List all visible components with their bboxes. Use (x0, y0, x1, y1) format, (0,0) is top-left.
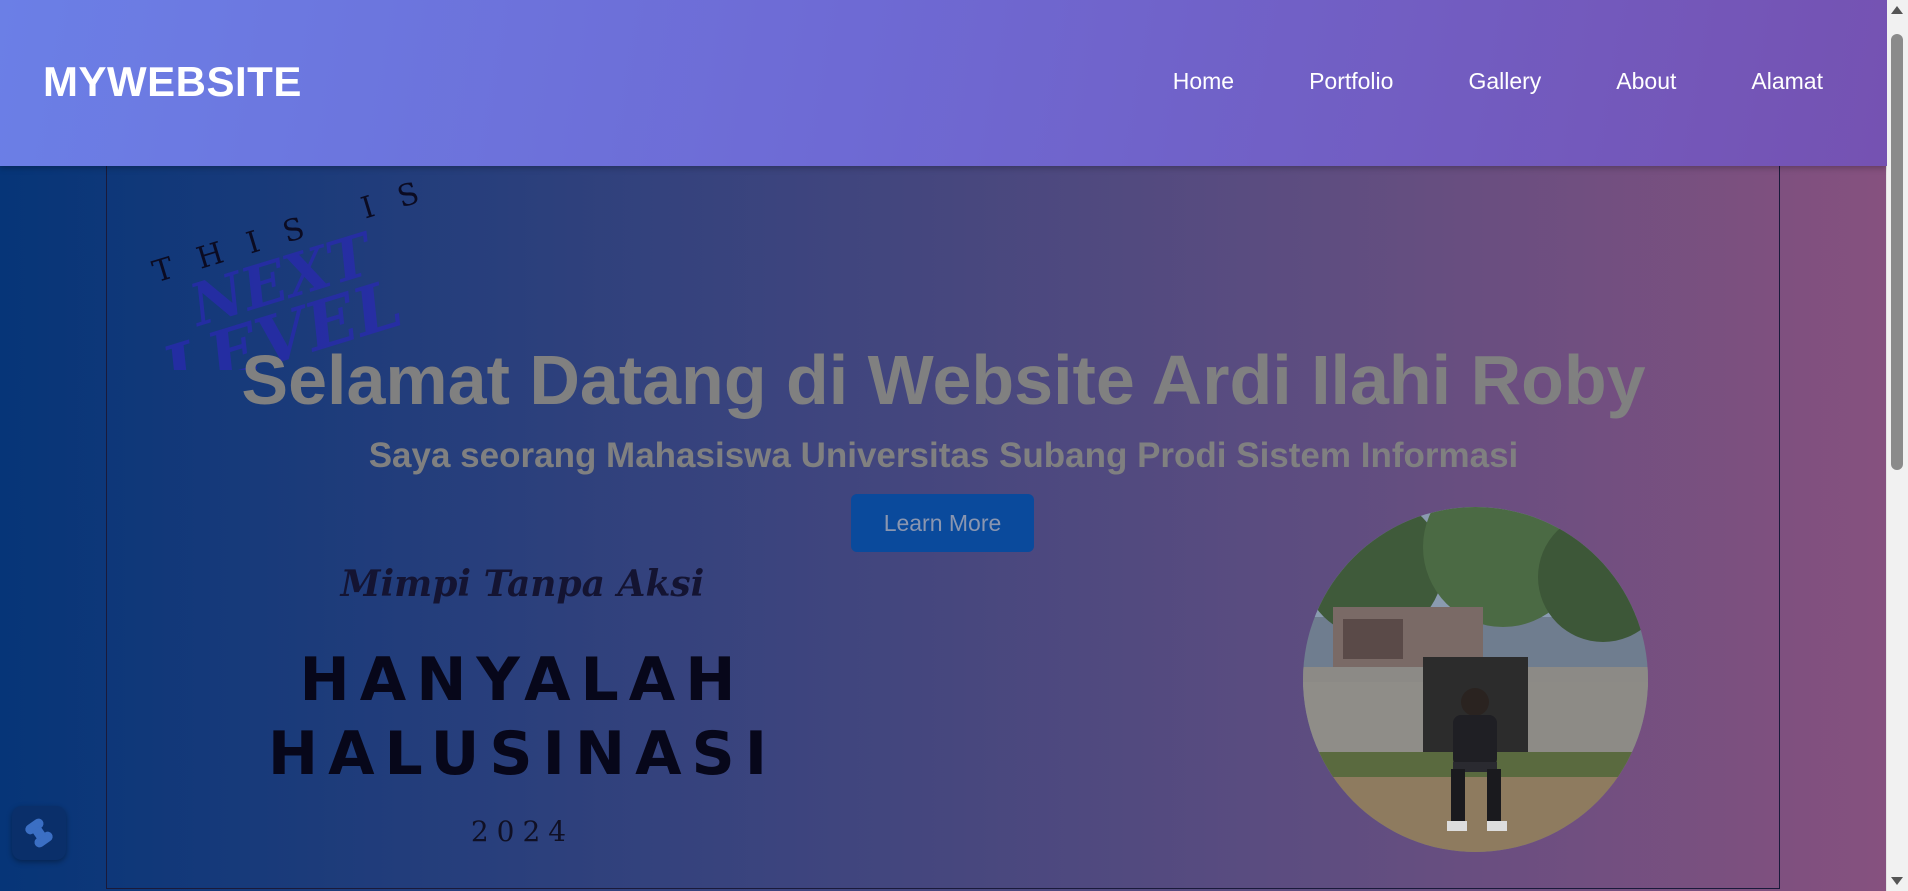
scroll-up-arrow-icon[interactable] (1891, 6, 1903, 14)
floating-widget-button[interactable] (12, 806, 66, 860)
quote-year: 2024 (470, 815, 575, 848)
bolt-icon (25, 818, 53, 848)
quote-line3: HALUSINASI (267, 719, 778, 789)
learn-more-button[interactable]: Learn More (851, 494, 1034, 552)
nav-link-about[interactable]: About (1616, 68, 1676, 95)
hero-subtitle: Saya seorang Mahasiswa Universitas Suban… (368, 436, 1519, 475)
page-viewport: THIS IS NEXT LEVEL Selamat Datang di Web… (0, 0, 1887, 891)
quote-line1: Mimpi Tanpa Aksi (340, 563, 705, 605)
hero-title: Selamat Datang di Website Ardi Ilahi Rob… (241, 341, 1646, 419)
scrollbar-thumb[interactable] (1891, 34, 1903, 470)
site-brand[interactable]: MYWEBSITE (43, 58, 302, 106)
quote-graphic: Mimpi Tanpa Aksi HANYALAH HALUSINASI 202… (250, 555, 795, 860)
nav-link-portfolio[interactable]: Portfolio (1309, 68, 1393, 95)
vertical-scrollbar[interactable] (1886, 0, 1908, 891)
profile-photo (1303, 507, 1648, 852)
nav-link-home[interactable]: Home (1173, 68, 1234, 95)
main-nav: Home Portfolio Gallery About Alamat (1173, 68, 1823, 95)
scroll-down-arrow-icon[interactable] (1891, 877, 1903, 885)
quote-line2: HANYALAH (299, 645, 746, 715)
nav-link-alamat[interactable]: Alamat (1751, 68, 1823, 95)
nav-link-gallery[interactable]: Gallery (1468, 68, 1541, 95)
top-navbar: MYWEBSITE Home Portfolio Gallery About A… (0, 0, 1887, 166)
